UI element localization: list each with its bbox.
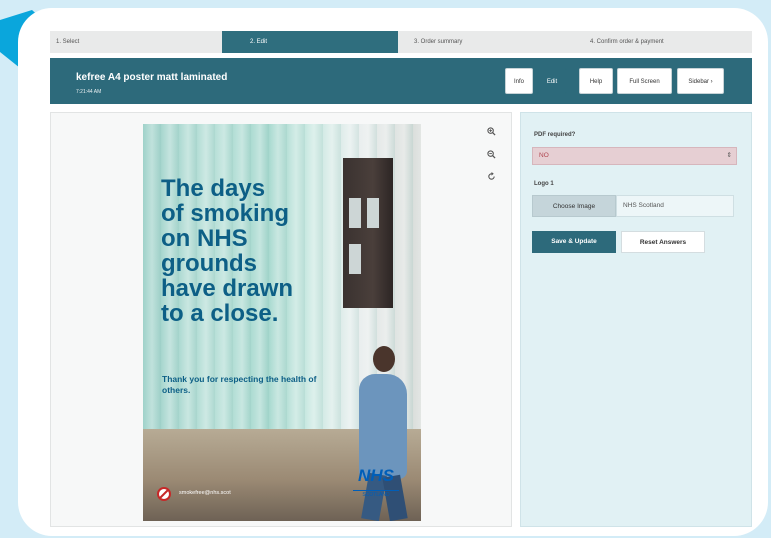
choose-image-button[interactable]: Choose Image (532, 195, 616, 217)
nhs-logo: NHS (358, 466, 394, 485)
step-order-summary[interactable]: 3. Order summary (414, 31, 462, 53)
help-button[interactable]: Help (579, 68, 613, 94)
full-screen-button[interactable]: Full Screen (617, 68, 672, 94)
zoom-in-icon[interactable] (484, 127, 498, 139)
checkout-steps: 1. Select 2. Edit 3. Order summary 4. Co… (50, 31, 752, 53)
no-smoking-icon (157, 487, 171, 501)
zoom-out-icon[interactable] (484, 150, 498, 162)
options-panel (520, 112, 752, 527)
pdf-required-label: PDF required? (534, 132, 576, 138)
sidebar-button[interactable]: Sidebar › (677, 68, 724, 94)
poster-preview: The days of smoking on NHS grounds have … (143, 124, 421, 521)
poster-subline: Thank you for respecting the health of o… (162, 374, 317, 395)
nurse-figure-head (373, 346, 395, 372)
info-button[interactable]: Info (505, 68, 533, 94)
nurse-figure-body (359, 374, 407, 479)
logo-label: Logo 1 (534, 181, 554, 187)
step-select[interactable]: 1. Select (56, 31, 79, 53)
pdf-required-value: NO (539, 152, 549, 159)
nhs-logo-subtitle: SCOTLAND (353, 490, 399, 498)
save-update-button[interactable]: Save & Update (532, 231, 616, 253)
edit-button[interactable]: Edit (537, 68, 567, 94)
reset-answers-button[interactable]: Reset Answers (621, 231, 705, 253)
poster-web-link: smokefree@nhs.scot (179, 490, 231, 496)
pdf-required-select[interactable]: NO ⇕ (532, 147, 737, 165)
select-caret-icon: ⇕ (726, 152, 732, 159)
logo-file-field[interactable]: NHS Scotland (616, 195, 734, 217)
product-header: kefree A4 poster matt laminated 7:21:44 … (50, 58, 752, 104)
step-edit[interactable]: 2. Edit (222, 31, 398, 53)
poster-headline: The days of smoking on NHS grounds have … (161, 175, 294, 327)
timestamp: 7:21:44 AM (76, 89, 102, 95)
refresh-icon[interactable] (484, 172, 498, 184)
product-title: kefree A4 poster matt laminated (76, 72, 228, 83)
step-confirm-payment[interactable]: 4. Confirm order & payment (590, 31, 664, 53)
